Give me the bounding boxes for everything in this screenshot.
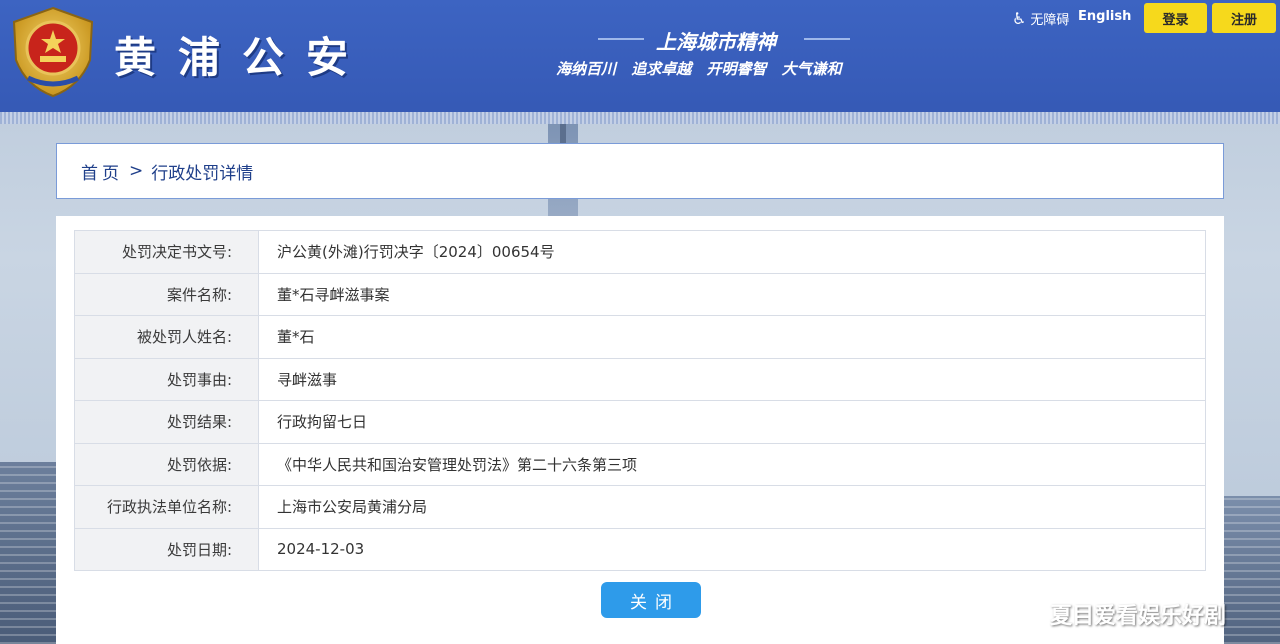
breadcrumb-separator: > xyxy=(129,161,144,181)
city-spirit-title: 上海城市精神 xyxy=(656,30,776,54)
site-header: 黄浦公安 上海城市精神 海纳百川 追求卓越 开明睿智 大气谦和 ♿ 无障碍 En… xyxy=(0,0,1280,118)
row-label: 被处罚人姓名: xyxy=(74,315,259,359)
close-button[interactable]: 关闭 xyxy=(601,582,701,618)
table-row: 处罚依据: 《中华人民共和国治安管理处罚法》第二十六条第三项 xyxy=(74,442,1206,486)
accessibility-label: 无障碍 xyxy=(1030,12,1070,28)
row-value: 《中华人民共和国治安管理处罚法》第二十六条第三项 xyxy=(258,442,1206,486)
penalty-detail-panel: 处罚决定书文号: 沪公黄(外滩)行罚决字〔2024〕00654号 案件名称: 董… xyxy=(56,216,1224,644)
table-row: 处罚决定书文号: 沪公黄(外滩)行罚决字〔2024〕00654号 xyxy=(74,230,1206,274)
row-value: 行政拘留七日 xyxy=(258,400,1206,444)
header-stripe xyxy=(0,112,1280,124)
watermark-text: 夏目爱看娱乐好剧 xyxy=(1050,604,1227,629)
row-value: 2024-12-03 xyxy=(258,527,1206,571)
row-label: 处罚结果: xyxy=(74,400,259,444)
row-value: 上海市公安局黄浦分局 xyxy=(258,485,1206,529)
penalty-detail-table: 处罚决定书文号: 沪公黄(外滩)行罚决字〔2024〕00654号 案件名称: 董… xyxy=(74,230,1206,571)
row-value: 董*石 xyxy=(258,315,1206,359)
table-row: 被处罚人姓名: 董*石 xyxy=(74,315,1206,359)
register-button[interactable]: 注册 xyxy=(1212,3,1276,33)
site-title: 黄浦公安 xyxy=(114,33,371,82)
row-label: 处罚事由: xyxy=(74,357,259,401)
background-city-right xyxy=(1224,496,1280,644)
table-row: 处罚事由: 寻衅滋事 xyxy=(74,357,1206,401)
row-value: 寻衅滋事 xyxy=(258,357,1206,401)
row-label: 案件名称: xyxy=(74,272,259,316)
row-label: 行政执法单位名称: xyxy=(74,485,259,529)
breadcrumb-current: 行政处罚详情 xyxy=(151,163,254,184)
row-value: 沪公黄(外滩)行罚决字〔2024〕00654号 xyxy=(258,230,1206,274)
police-emblem-icon xyxy=(12,6,94,98)
table-row: 处罚结果: 行政拘留七日 xyxy=(74,400,1206,444)
background-tower-spire xyxy=(560,124,566,144)
login-button[interactable]: 登录 xyxy=(1144,3,1207,33)
english-link[interactable]: English xyxy=(1078,9,1131,24)
accessibility-link[interactable]: ♿ 无障碍 xyxy=(1012,8,1069,28)
row-label: 处罚日期: xyxy=(74,527,259,571)
table-row: 行政执法单位名称: 上海市公安局黄浦分局 xyxy=(74,485,1206,529)
table-row: 案件名称: 董*石寻衅滋事案 xyxy=(74,272,1206,316)
row-label: 处罚决定书文号: xyxy=(74,230,259,274)
row-label: 处罚依据: xyxy=(74,442,259,486)
table-row: 处罚日期: 2024-12-03 xyxy=(74,527,1206,571)
city-spirit-slogan: 海纳百川 追求卓越 开明睿智 大气谦和 xyxy=(556,60,842,78)
breadcrumb-home-link[interactable]: 首页 xyxy=(81,159,123,184)
row-value: 董*石寻衅滋事案 xyxy=(258,272,1206,316)
slogan-decoration-right xyxy=(804,38,850,40)
wheelchair-icon: ♿ xyxy=(1012,8,1027,28)
breadcrumb: 首页 > 行政处罚详情 xyxy=(56,143,1224,199)
background-city-left xyxy=(0,462,56,644)
